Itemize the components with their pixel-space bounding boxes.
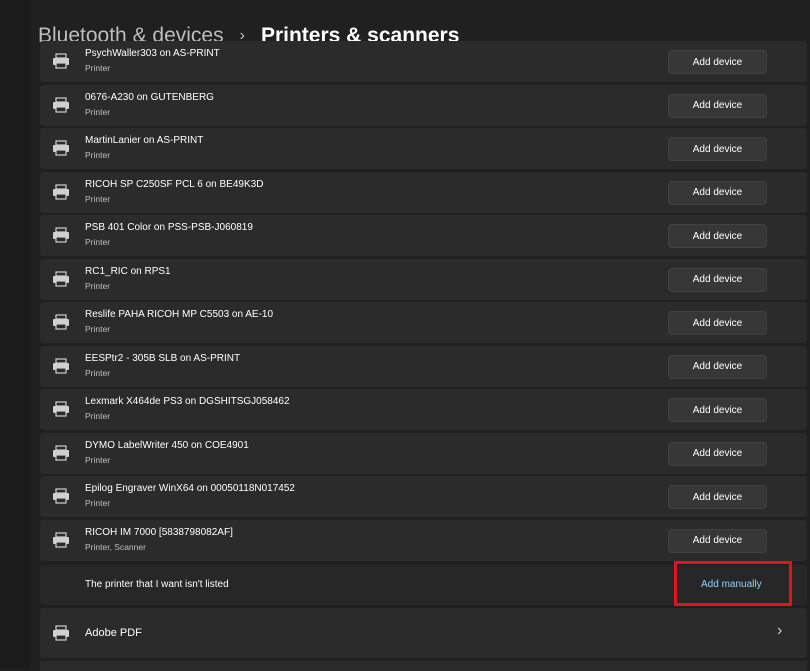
add-device-button[interactable]: Add device [668, 528, 767, 553]
add-device-button[interactable]: Add device [668, 137, 767, 161]
device-name: 0676-A230 on GUTENBERG [85, 91, 214, 103]
printer-icon [52, 53, 70, 69]
device-name: PSB 401 Color on PSS-PSB-J060819 [85, 222, 253, 233]
device-type: Printer [85, 324, 111, 334]
device-row: Reslife PAHA RICOH MP C5503 on AE-10 Prin… [40, 302, 807, 343]
device-row: PsychWaller303 on AS-PRINT Printer Add dev… [40, 41, 807, 82]
printer-icon [52, 357, 70, 374]
device-type: Printer [85, 237, 111, 247]
next-installed-row [40, 661, 807, 671]
printer-icon [52, 270, 70, 287]
device-name: PsychWaller303 on AS-PRINT [85, 48, 220, 59]
device-row: EESPtr2 - 305B SLB on AS-PRINT Printer Add… [40, 345, 807, 387]
add-device-button[interactable]: Add device [668, 311, 767, 335]
device-name: EESPtr2 - 305B SLB on AS-PRINT [85, 352, 241, 364]
add-device-button[interactable]: Add device [668, 398, 767, 422]
device-type: Printer [85, 193, 111, 204]
add-device-button[interactable]: Add device [668, 441, 767, 466]
add-device-button[interactable]: Add device [668, 224, 767, 248]
printer-icon [52, 444, 70, 461]
device-name: Reslife PAHA RICOH MP C5503 on AE-10 [85, 309, 274, 320]
device-name: RC1_RIC on RPS1 [85, 265, 171, 277]
device-name: Lexmark X464de PS3 on DGSHITSGJ058462 [85, 396, 290, 407]
device-type: Printer [85, 367, 111, 378]
printer-not-listed-label: The printer that I want isn't listed [85, 579, 229, 590]
printer-icon [52, 227, 70, 243]
device-row: RC1_RIC on RPS1 Printer Add device [40, 258, 807, 300]
printer-icon [53, 625, 69, 641]
device-row: Epilog Engraver WinX64 on 00050118N01745… [40, 476, 807, 517]
device-type: Printer, Scanner [85, 541, 146, 552]
device-type: Printer [85, 150, 111, 160]
device-name: MartinLanier on AS-PRINT [85, 135, 204, 146]
printer-icon [52, 401, 70, 417]
printer-icon [52, 531, 70, 548]
add-device-button[interactable]: Add device [668, 354, 767, 379]
device-row: RICOH IM 7000 [5838798082AF] Printer, Sca… [40, 519, 807, 561]
device-type: Printer [85, 498, 111, 508]
printer-icon [52, 488, 70, 504]
left-edge-strip [0, 0, 30, 668]
device-row: DYMO LabelWriter 450 on COE4901 Printer Ad… [40, 432, 807, 474]
device-type: Printer [85, 454, 111, 465]
printer-icon [52, 183, 70, 200]
add-manually-highlight [674, 561, 792, 606]
device-type: Printer [85, 63, 111, 73]
add-device-button[interactable]: Add device [668, 485, 767, 509]
device-type: Printer [85, 106, 111, 117]
device-row: PSB 401 Color on PSS-PSB-J060819 Printer A… [40, 215, 807, 256]
device-type: Printer [85, 280, 111, 291]
device-row: MartinLanier on AS-PRINT Printer Add devic… [40, 128, 807, 169]
printer-icon [52, 96, 70, 113]
installed-printer-name: Adobe PDF [85, 627, 142, 639]
add-device-button[interactable]: Add device [668, 93, 767, 118]
device-row: Lexmark X464de PS3 on DGSHITSGJ058462 Pri… [40, 389, 807, 430]
add-device-button[interactable]: Add device [668, 267, 767, 292]
device-name: Epilog Engraver WinX64 on 00050118N01745… [85, 483, 295, 494]
device-name: RICOH IM 7000 [5838798082AF] [85, 526, 233, 538]
device-name: RICOH SP C250SF PCL 6 on BE49K3D [85, 178, 264, 190]
device-row: 0676-A230 on GUTENBERG Printer Add device [40, 84, 807, 126]
printer-icon [52, 314, 70, 330]
device-row: RICOH SP C250SF PCL 6 on BE49K3D Printer A… [40, 171, 807, 213]
device-name: DYMO LabelWriter 450 on COE4901 [85, 439, 249, 451]
add-device-button[interactable]: Add device [668, 180, 767, 205]
chevron-right-icon[interactable]: › [777, 622, 782, 640]
add-device-button[interactable]: Add device [668, 50, 767, 74]
printer-icon [52, 140, 70, 156]
installed-printer-row[interactable]: Adobe PDF › [40, 608, 807, 658]
device-type: Printer [85, 411, 111, 421]
